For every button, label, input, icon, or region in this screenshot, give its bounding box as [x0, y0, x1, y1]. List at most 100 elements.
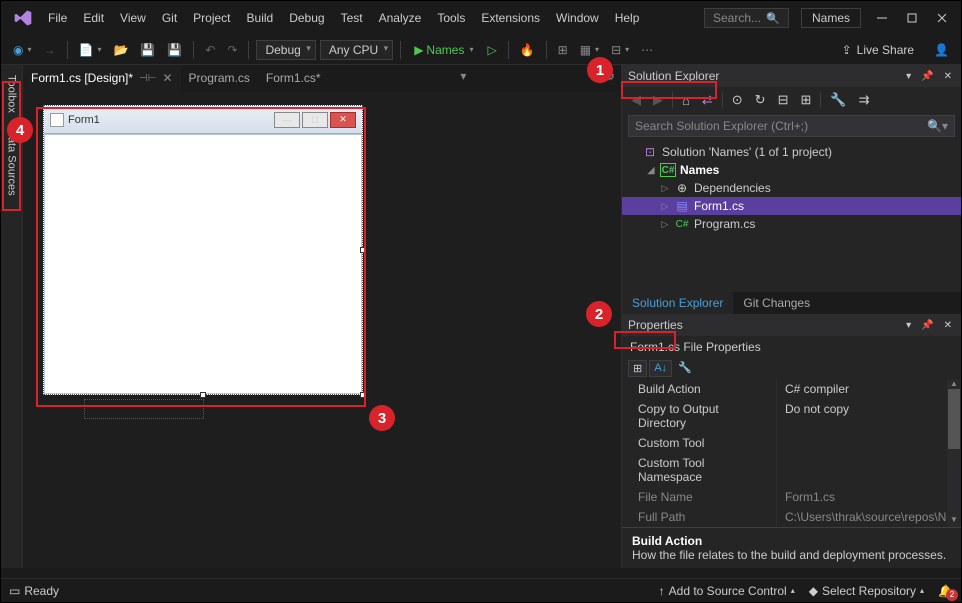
se-preview-icon[interactable]: ⇉ — [856, 90, 873, 110]
solution-explorer-search[interactable]: Search Solution Explorer (Ctrl+;) 🔍▾ — [628, 115, 955, 137]
panel-tab-git-changes[interactable]: Git Changes — [733, 292, 820, 314]
tree-item-form1[interactable]: ▷ ▤ Form1.cs — [622, 197, 961, 215]
menu-file[interactable]: File — [41, 7, 74, 29]
sidebar-tab-toolbox[interactable]: Toolbox — [4, 71, 20, 117]
redo-button[interactable]: ↷ — [223, 41, 241, 59]
resize-handle[interactable] — [360, 392, 366, 398]
props-wrench-icon[interactable]: 🔧 — [674, 360, 696, 377]
form-client-area[interactable] — [44, 134, 362, 394]
panel-pin-icon[interactable]: 📌 — [918, 71, 936, 82]
statusbar: ▭Ready ↑Add to Source Control▴ ◆Select R… — [1, 578, 961, 602]
menu-debug[interactable]: Debug — [282, 7, 331, 29]
se-collapse-icon[interactable]: ⊟ — [775, 90, 792, 110]
form-file-icon: ▤ — [674, 199, 690, 213]
form-designer[interactable]: Form1 — ◻ ✕ — [43, 105, 363, 395]
se-refresh-icon[interactable]: ↻ — [752, 90, 769, 110]
search-icon: 🔍 — [766, 12, 780, 25]
tb-icon4[interactable]: ⋯ — [637, 41, 657, 59]
panel-close-icon[interactable]: ✕ — [941, 71, 955, 82]
tb-icon3[interactable]: ⊟ — [607, 41, 633, 59]
live-share-button[interactable]: ⇪Live Share — [836, 41, 920, 59]
se-properties-icon[interactable]: 🔧 — [827, 90, 849, 110]
output-icon: ▭ — [9, 584, 20, 598]
panel-tab-solution-explorer[interactable]: Solution Explorer — [622, 292, 733, 314]
property-row[interactable]: Full PathC:\Users\thrak\source\repos\N — [622, 507, 961, 527]
solution-node[interactable]: ⊡ Solution 'Names' (1 of 1 project) — [622, 143, 961, 161]
right-panel-tabs: Solution ExplorerGit Changes — [622, 292, 961, 314]
menu-git[interactable]: Git — [155, 7, 184, 29]
nav-back-button[interactable]: ◉ — [9, 41, 36, 59]
property-row[interactable]: File NameForm1.cs — [622, 487, 961, 507]
doc-tabs-dropdown-icon[interactable]: ▾ — [454, 65, 472, 91]
save-all-button[interactable]: 💾 — [163, 41, 186, 59]
maximize-button[interactable] — [897, 6, 927, 30]
resize-handle[interactable] — [200, 392, 206, 398]
toolbar: ◉ → 📄 📂 💾 💾 ↶ ↷ Debug Any CPU ▶Names▾ ▷ … — [1, 35, 961, 65]
panel-close-icon[interactable]: ✕ — [941, 320, 955, 331]
categorize-button[interactable]: ⊞ — [628, 360, 647, 377]
source-control-button[interactable]: ↑Add to Source Control▴ — [659, 584, 795, 598]
se-sync-icon[interactable]: ⊙ — [729, 90, 746, 110]
menu-help[interactable]: Help — [608, 7, 647, 29]
menu-build[interactable]: Build — [240, 7, 281, 29]
platform-select[interactable]: Any CPU — [320, 40, 393, 60]
tb-icon[interactable]: ⊞ — [554, 41, 572, 59]
minimize-button[interactable] — [867, 6, 897, 30]
hot-reload-button[interactable]: 🔥 — [516, 41, 539, 59]
start-nodebug-button[interactable]: ▷ — [483, 41, 500, 59]
configuration-select[interactable]: Debug — [256, 40, 315, 60]
menu-window[interactable]: Window — [549, 7, 606, 29]
se-switch-icon[interactable]: ⇄ — [699, 90, 716, 110]
project-node[interactable]: ◢ C# Names — [622, 161, 961, 179]
repo-select-button[interactable]: ◆Select Repository▴ — [809, 584, 924, 598]
menu-extensions[interactable]: Extensions — [474, 7, 547, 29]
solution-tree: ⊡ Solution 'Names' (1 of 1 project) ◢ C#… — [622, 139, 961, 237]
new-project-button[interactable]: 📄 — [75, 41, 106, 59]
resize-handle[interactable] — [360, 247, 366, 253]
se-showall-icon[interactable]: ⊞ — [797, 90, 814, 110]
solution-explorer-header: Solution Explorer ▾ 📌 ✕ — [622, 65, 961, 87]
se-back-icon[interactable]: ◀ — [628, 90, 644, 110]
search-input[interactable]: Search...🔍 — [704, 8, 789, 28]
menu-test[interactable]: Test — [334, 7, 370, 29]
se-fwd-icon[interactable]: ▶ — [650, 90, 666, 110]
property-row[interactable]: Custom Tool Namespace — [622, 453, 961, 487]
close-button[interactable] — [927, 6, 957, 30]
close-tab-icon[interactable]: ✕ — [162, 71, 172, 85]
solution-icon: ⊡ — [642, 145, 658, 159]
nav-fwd-button[interactable]: → — [40, 41, 60, 59]
open-button[interactable]: 📂 — [109, 41, 132, 59]
se-home-icon[interactable]: ⌂ — [679, 91, 693, 110]
doc-tab[interactable]: Program.cs — [181, 65, 258, 91]
menu-analyze[interactable]: Analyze — [372, 7, 429, 29]
start-debug-button[interactable]: ▶Names▾ — [408, 41, 479, 59]
alpha-button[interactable]: A↓ — [649, 360, 672, 377]
panel-pin-icon[interactable]: 📌 — [918, 320, 936, 331]
property-row[interactable]: Build ActionC# compiler — [622, 379, 961, 399]
doc-tab[interactable]: Form1.cs* — [258, 65, 329, 91]
save-button[interactable]: 💾 — [136, 41, 159, 59]
form-close-button: ✕ — [330, 112, 356, 128]
cs-file-icon: C# — [674, 217, 690, 231]
form-maximize-button: ◻ — [302, 112, 328, 128]
doc-tab[interactable]: Form1.cs [Design]*⊣⊢✕ — [23, 65, 181, 91]
pin-icon[interactable]: ⊣⊢ — [139, 73, 156, 84]
annotation-2: 2 — [586, 301, 612, 327]
panel-dropdown-icon[interactable]: ▾ — [903, 320, 914, 331]
scrollbar[interactable]: ▲▼ — [947, 379, 961, 527]
menu-view[interactable]: View — [113, 7, 153, 29]
notifications-button[interactable]: 🔔 2 — [938, 584, 953, 598]
tb-icon2[interactable]: ▦ — [576, 41, 603, 59]
property-row[interactable]: Custom Tool — [622, 433, 961, 453]
account-icon[interactable]: 👤 — [930, 41, 953, 59]
undo-button[interactable]: ↶ — [201, 41, 219, 59]
menu-tools[interactable]: Tools — [430, 7, 472, 29]
form-title: Form1 — [68, 114, 100, 126]
tree-item-dependencies[interactable]: ▷ ⊕ Dependencies — [622, 179, 961, 197]
menu-edit[interactable]: Edit — [76, 7, 111, 29]
menu-project[interactable]: Project — [186, 7, 237, 29]
component-tray[interactable] — [84, 399, 204, 419]
property-row[interactable]: Copy to Output DirectoryDo not copy — [622, 399, 961, 433]
panel-dropdown-icon[interactable]: ▾ — [903, 71, 914, 82]
tree-item-program[interactable]: ▷ C# Program.cs — [622, 215, 961, 233]
